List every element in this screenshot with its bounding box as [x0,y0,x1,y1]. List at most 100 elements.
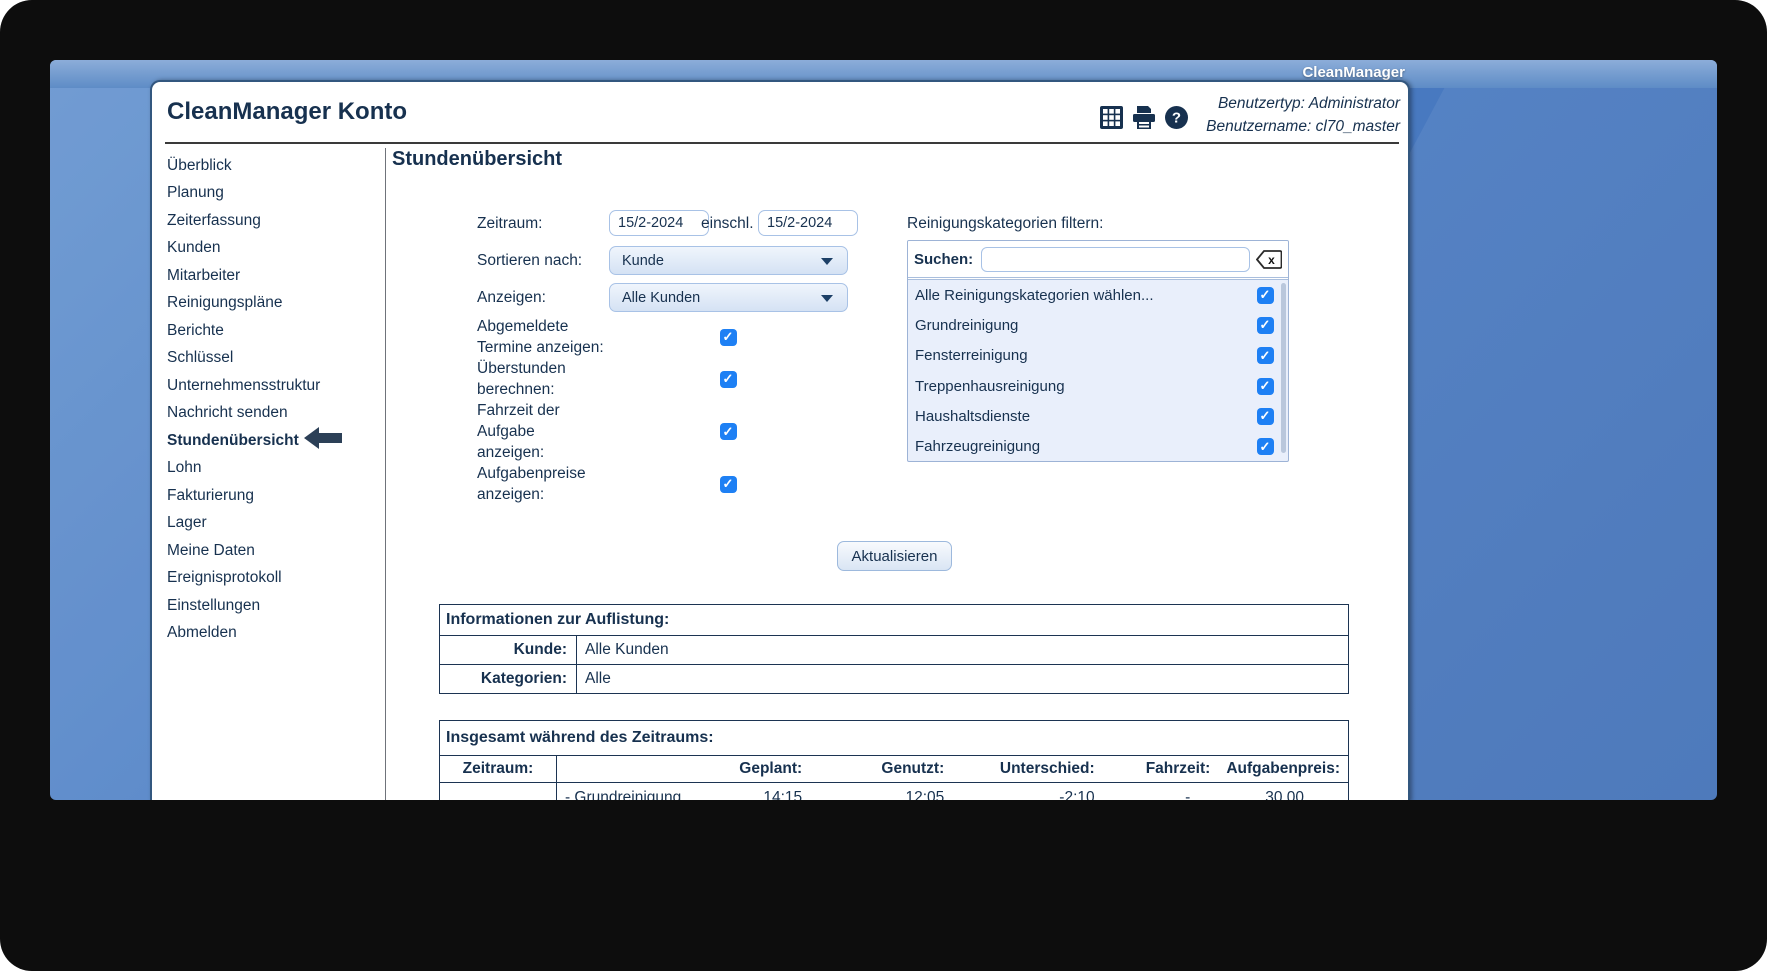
category-checkbox[interactable] [1257,286,1274,304]
col-fahrzeit: Fahrzeit: [1102,755,1219,783]
col-unterschied: Unterschied: [952,755,1103,783]
date-to-input[interactable] [758,210,858,236]
sidebar-item[interactable]: Fakturierung [167,482,383,510]
search-label: Suchen: [914,250,974,268]
sidebar-item[interactable]: Abmelden [167,620,383,648]
filter-category-row[interactable]: Haushaltsdienste [908,401,1288,431]
sidebar-item-label: Planung [167,184,224,202]
einschl-label: einschl. [701,215,754,232]
sidebar-item-label: Ereignisprotokoll [167,569,282,587]
zeitraum-label: Zeitraum: [477,215,543,232]
category-checkbox[interactable] [1257,438,1274,456]
info-table-row: Kunde: Alle Kunden [439,635,1349,665]
sidebar-item[interactable]: Lager [167,510,383,538]
filter-category-row[interactable]: Fensterreinigung [908,341,1288,371]
table-grid-icon[interactable] [1100,106,1123,129]
sidebar-item[interactable]: Reinigungspläne [167,290,383,318]
help-icon[interactable]: ? [1165,106,1188,129]
sidebar-item[interactable]: Einstellungen [167,592,383,620]
category-label: Treppenhausreinigung [915,377,1065,395]
sidebar-item[interactable]: Ereignisprotokoll [167,565,383,593]
filter-category-list: Alle Reinigungskategorien wählen... Grun… [908,280,1288,461]
option-row: Fahrzeit der Aufgabe anzeigen: [477,400,747,463]
clear-search-icon[interactable]: x [1256,249,1282,269]
svg-text:?: ? [1172,110,1181,127]
sidebar-item[interactable]: Kunden [167,235,383,263]
cell-unterschied: -2:10 [952,782,1103,800]
category-checkbox[interactable] [1257,407,1274,425]
sidebar-item[interactable]: Planung [167,180,383,208]
option-row: Abgemeldete Termine anzeigen: [477,316,747,358]
option-checkbox-group: Abgemeldete Termine anzeigen: Überstunde… [477,316,747,505]
user-type: Benutzertyp: Administrator [1217,95,1400,112]
info-row-value: Alle [576,664,1349,694]
sidebar-item-label: Lohn [167,459,202,477]
option-label: Abgemeldete Termine anzeigen: [477,318,604,356]
page-title: CleanManager Konto [167,98,408,125]
sidebar-item-label: Kunden [167,239,221,257]
sidebar-item[interactable]: Lohn [167,455,383,483]
sidebar-item[interactable]: Schlüssel [167,345,383,373]
option-row: Aufgabenpreise anzeigen: [477,463,747,505]
browser-title: CleanManager [1302,64,1405,81]
option-checkbox[interactable] [720,475,737,493]
sidebar-item[interactable]: Stundenübersicht [167,427,383,455]
col-name [556,755,699,783]
category-checkbox[interactable] [1257,377,1274,395]
info-row-label: Kategorien: [439,664,577,694]
option-label: Aufgabenpreise anzeigen: [477,465,586,503]
info-row-label: Kunde: [439,635,577,665]
filter-category-row[interactable]: Grundreinigung [908,310,1288,340]
date-from-input[interactable] [609,210,709,236]
sidebar-item-label: Überblick [167,156,232,174]
filter-category-row[interactable]: Treppenhausreinigung [908,371,1288,401]
sidebar-item-label: Stundenübersicht [167,431,299,449]
sidebar-item[interactable]: Unternehmensstruktur [167,372,383,400]
show-selected-value: Alle Kunden [622,289,701,306]
sidebar-item-label: Berichte [167,321,224,339]
sidebar-item-label: Lager [167,514,207,532]
update-button[interactable]: Aktualisieren [837,541,952,571]
sidebar-item-label: Abmelden [167,624,237,642]
filter-category-row[interactable]: Fahrzeugreinigung [908,431,1288,461]
sidebar-item[interactable]: Mitarbeiter [167,262,383,290]
filter-category-row[interactable]: Alle Reinigungskategorien wählen... [908,280,1288,310]
search-input[interactable] [981,246,1250,272]
option-label: Überstunden berechnen: [477,360,566,398]
sidebar-item-label: Reinigungspläne [167,294,283,312]
sidebar-item[interactable]: Meine Daten [167,537,383,565]
category-checkbox[interactable] [1257,316,1274,334]
sidebar-item-label: Meine Daten [167,541,255,559]
cell-fahrzeit: - [1102,782,1219,800]
option-checkbox[interactable] [720,370,737,388]
chevron-down-icon [821,258,833,265]
sidebar-item[interactable]: Zeiterfassung [167,207,383,235]
cell-genutzt: 12:05 [810,782,953,800]
info-table-row: Kategorien: Alle [439,664,1349,694]
category-label: Grundreinigung [915,316,1019,334]
sidebar-item-label: Unternehmensstruktur [167,376,321,394]
chevron-down-icon [821,295,833,302]
col-aufgabenpreis: Aufgabenpreis: [1218,755,1349,783]
sidebar-item[interactable]: Berichte [167,317,383,345]
header-divider [165,142,1399,144]
scrollbar-thumb[interactable] [1281,283,1286,453]
totals-header-row: Zeitraum: Geplant: Genutzt: Unterschied:… [439,755,1349,783]
sidebar-item[interactable]: Nachricht senden [167,400,383,428]
app-window: CleanManager Konto ? Benutzertyp: Admini… [150,80,1410,800]
print-icon[interactable] [1132,106,1156,129]
sidebar-item-label: Mitarbeiter [167,266,241,284]
sidebar-nav: Überblick Planung Zeiterfassung Kunden M… [167,152,383,647]
sidebar-item-label: Fakturierung [167,486,255,504]
option-checkbox[interactable] [720,423,737,440]
sidebar-item[interactable]: Überblick [167,152,383,180]
category-label: Haushaltsdienste [915,407,1031,425]
desktop: CleanManager CleanManager Konto ? Benutz… [50,60,1717,800]
user-info: Benutzertyp: Administrator Benutzername:… [1206,92,1400,138]
sort-select[interactable]: Kunde [609,246,848,275]
cell-name: - Grundreinigung [556,782,699,800]
show-select[interactable]: Alle Kunden [609,283,848,312]
category-checkbox[interactable] [1257,347,1274,365]
sidebar-item-label: Einstellungen [167,596,261,614]
option-checkbox[interactable] [720,328,737,346]
